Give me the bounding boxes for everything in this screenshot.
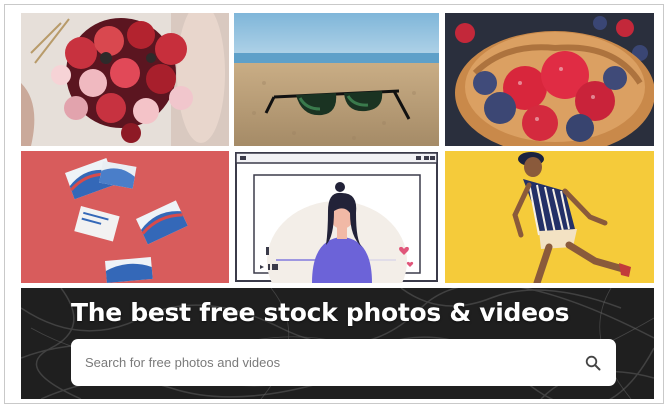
business-cards-illustration[interactable] [21,151,229,283]
search-input[interactable] [71,339,570,386]
search-button[interactable] [570,339,616,386]
photo-grid [21,13,654,283]
walking-person-illustration[interactable] [445,151,654,283]
search-icon [585,355,601,370]
sunglasses-on-sand-photo[interactable] [234,13,439,146]
video-call-illustration[interactable] [234,151,439,283]
pancakes-berries-photo[interactable] [445,13,654,146]
hero-banner: The best free stock photos & videos [21,288,654,399]
page-frame: The best free stock photos & videos [4,4,664,404]
hero-title: The best free stock photos & videos [71,298,570,327]
bouquet-photo[interactable] [21,13,229,146]
search-bar [71,339,616,386]
